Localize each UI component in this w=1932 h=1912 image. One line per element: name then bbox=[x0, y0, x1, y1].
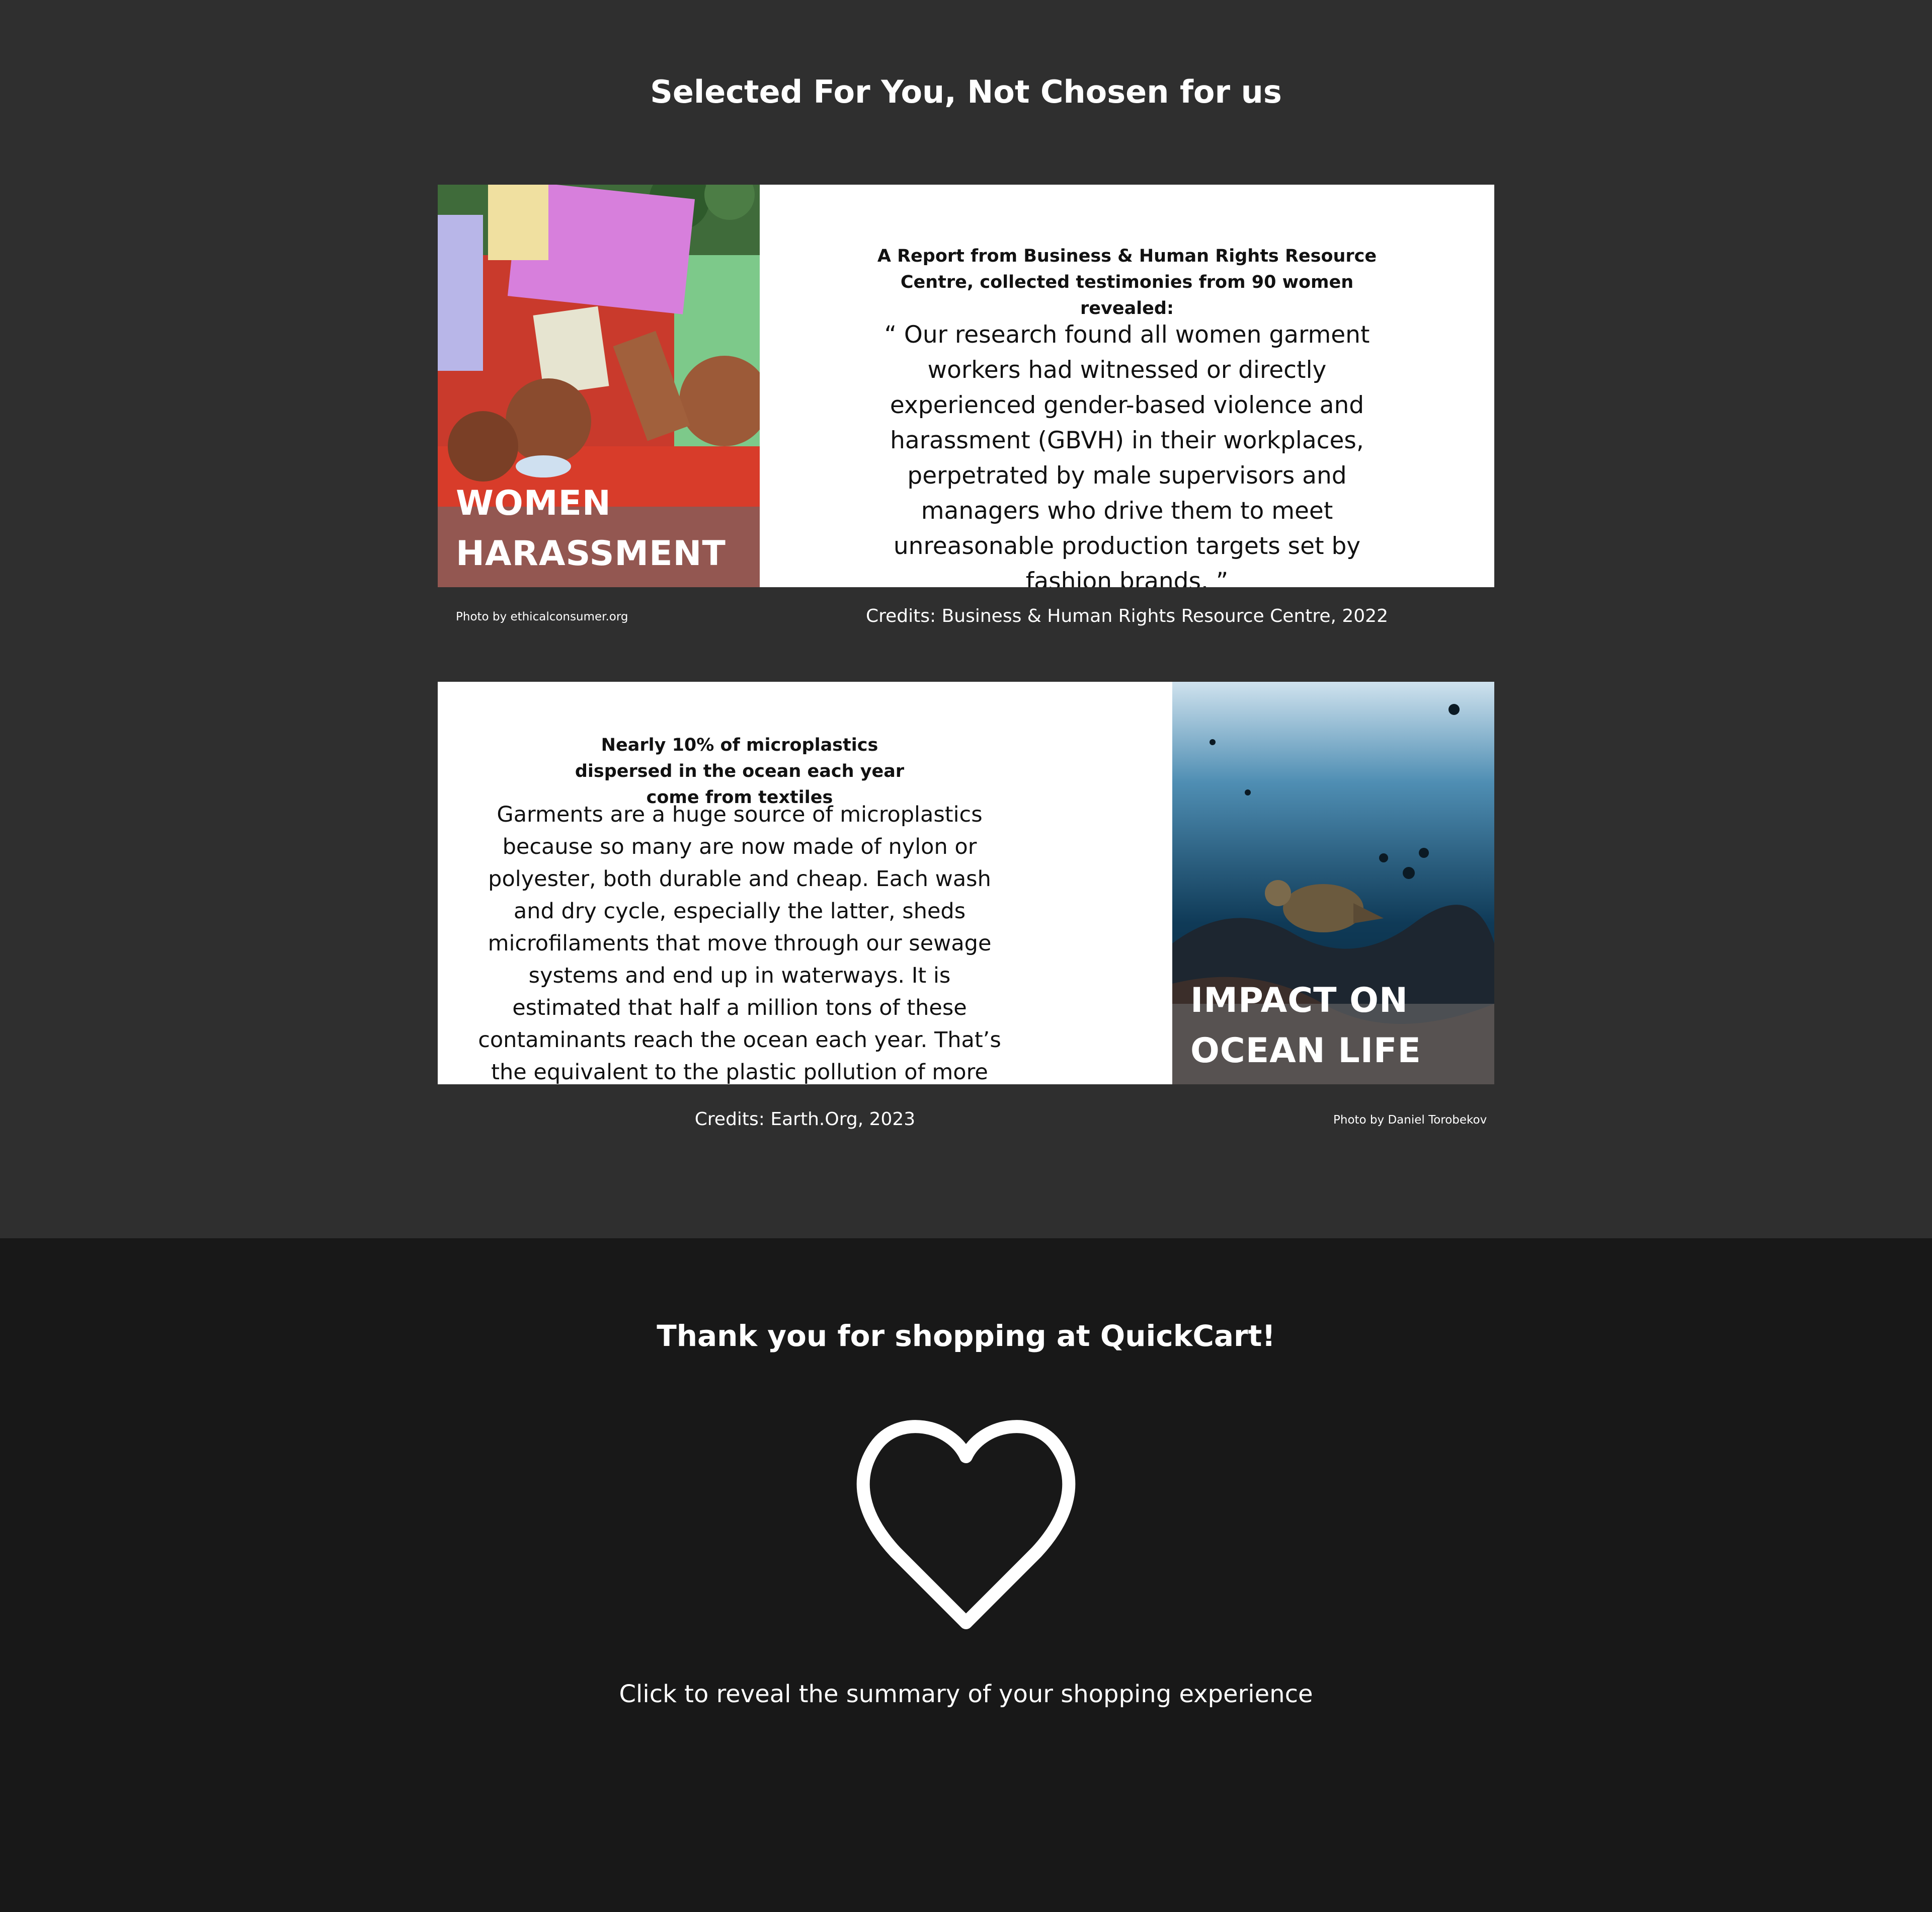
photo-credit: Photo by Daniel Torobekov bbox=[1333, 1113, 1487, 1127]
photo-label: WOMEN HARASSMENT bbox=[456, 484, 726, 574]
photo-credit: Photo by ethicalconsumer.org bbox=[456, 610, 628, 623]
report-lead: A Report from Business & Human Rights Re… bbox=[877, 246, 1377, 318]
photo-label: IMPACT ON OCEAN LIFE bbox=[1190, 981, 1421, 1071]
source-credit: Credits: Earth.Org, 2023 bbox=[694, 1109, 916, 1130]
section-title: Selected For You, Not Chosen for us bbox=[650, 73, 1282, 110]
featured-section: Selected For You, Not Chosen for us WOME… bbox=[0, 0, 1932, 1238]
source-credit: Credits: Business & Human Rights Resourc… bbox=[866, 606, 1388, 626]
heart-icon[interactable] bbox=[840, 1409, 1092, 1640]
report-text-block: A Report from Business & Human Rights Re… bbox=[760, 185, 1494, 587]
report-quote: “ Our research found all women garment w… bbox=[884, 321, 1370, 587]
heart-icon-shape[interactable] bbox=[840, 1409, 1092, 1640]
ocean-impact-card: Nearly 10% of microplastics dispersed in… bbox=[438, 682, 1494, 1084]
microplastics-body: Garments are a huge source of microplast… bbox=[478, 802, 1001, 1084]
thank-you-title: Thank you for shopping at QuickCart! bbox=[657, 1319, 1275, 1353]
reveal-summary-link[interactable]: Click to reveal the summary of your shop… bbox=[0, 1677, 1932, 1712]
microplastics-text-block: Nearly 10% of microplastics dispersed in… bbox=[438, 682, 1172, 1084]
women-harassment-card: WOMEN HARASSMENT A Report from Business … bbox=[438, 185, 1494, 587]
ocean-photo: IMPACT ON OCEAN LIFE bbox=[1172, 682, 1494, 1084]
protest-photo: WOMEN HARASSMENT bbox=[438, 185, 760, 587]
